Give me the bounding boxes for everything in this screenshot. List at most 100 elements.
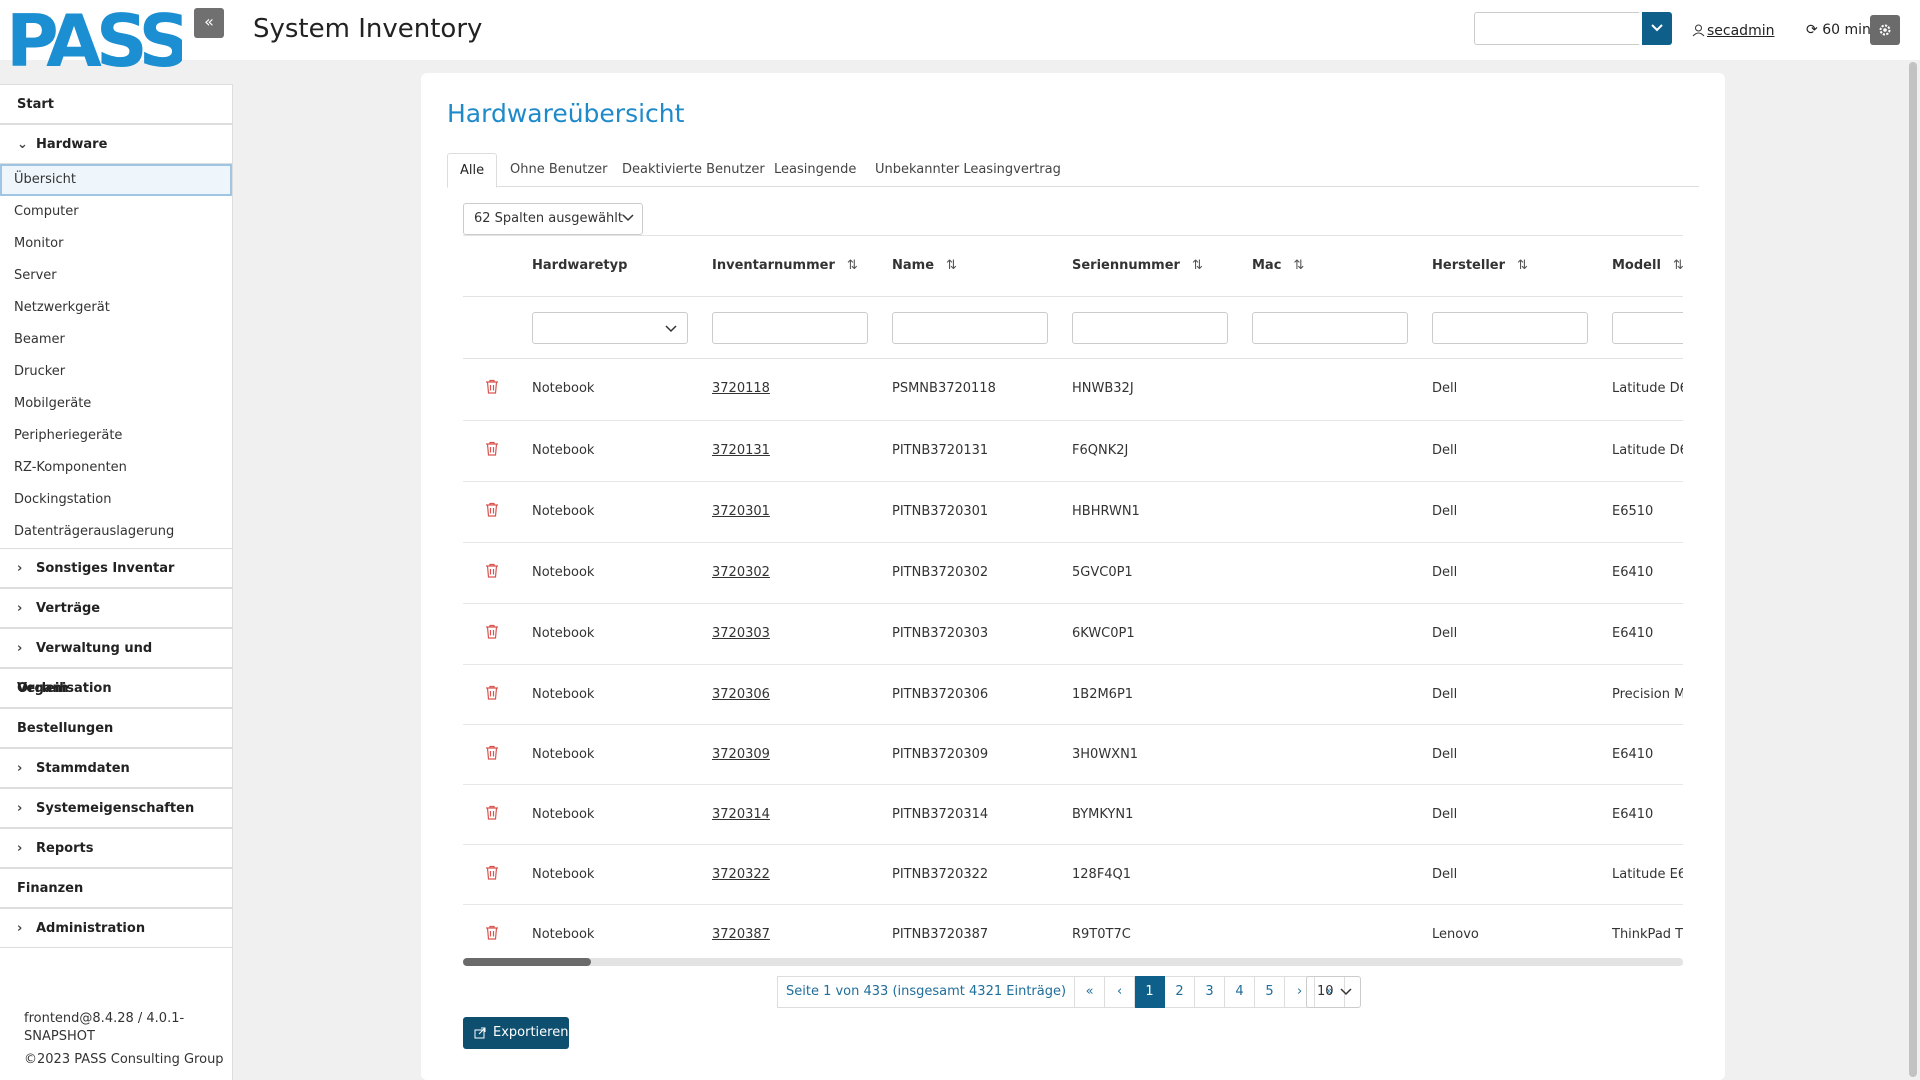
cell-name: PITNB3720322: [892, 867, 989, 882]
cell-inventarnummer-link[interactable]: 3720309: [712, 747, 770, 762]
sort-icon[interactable]: ⇅: [1192, 258, 1203, 273]
delete-icon[interactable]: [485, 865, 499, 880]
column-header-hersteller[interactable]: Hersteller ⇅: [1432, 258, 1528, 273]
page-button-5[interactable]: 5: [1255, 976, 1286, 1008]
cell-inventarnummer-link[interactable]: 3720314: [712, 807, 770, 822]
cell-inventarnummer-link[interactable]: 3720322: [712, 867, 770, 882]
cell-inventarnummer-link[interactable]: 3720301: [712, 504, 770, 519]
sidebar-item-bestellungen[interactable]: Bestellungen: [0, 708, 232, 748]
sidebar-item-hardware[interactable]: ⌄ Hardware: [0, 124, 232, 164]
filter-mac-input[interactable]: [1252, 312, 1408, 344]
column-header-hardwaretyp[interactable]: Hardwaretyp: [532, 258, 627, 273]
header-select-dropdown-button[interactable]: [1642, 12, 1672, 45]
sidebar-item-systemeigenschaften[interactable]: › Systemeigenschaften: [0, 788, 232, 828]
sidebar-subitem-drucker[interactable]: Drucker: [0, 356, 232, 388]
cell-inventarnummer-link[interactable]: 3720131: [712, 443, 770, 458]
sort-icon[interactable]: ⇅: [946, 258, 957, 273]
cell-inventarnummer-link[interactable]: 3720387: [712, 927, 770, 942]
cell-inventarnummer-link[interactable]: 3720306: [712, 687, 770, 702]
sidebar-subitem-computer[interactable]: Computer: [0, 196, 232, 228]
session-timer[interactable]: ⟳ 60 min: [1806, 22, 1871, 38]
page-button-1[interactable]: 1: [1135, 976, 1166, 1008]
column-select[interactable]: 62 Spalten ausgewählt: [463, 203, 643, 235]
tab-alle[interactable]: Alle: [447, 153, 498, 188]
sidebar-subitem-übersicht[interactable]: Übersicht: [0, 164, 232, 196]
collapse-sidebar-button[interactable]: «: [194, 8, 224, 38]
sidebar-subitem-beamer[interactable]: Beamer: [0, 324, 232, 356]
sidebar-item-label: Reports: [36, 841, 94, 856]
first-page-button[interactable]: «: [1075, 976, 1106, 1008]
cell-inventarnummer-link[interactable]: 3720303: [712, 626, 770, 641]
sort-icon[interactable]: ⇅: [847, 258, 858, 273]
pass-logo[interactable]: PASS: [6, 0, 192, 83]
sidebar-item-sonstiges-inventar[interactable]: › Sonstiges Inventar: [0, 548, 232, 588]
sidebar-item-label: Stammdaten: [36, 761, 130, 776]
tab-ohne-benutzer[interactable]: Ohne Benutzer: [510, 153, 608, 187]
column-header-inventarnummer[interactable]: Inventarnummer ⇅: [712, 258, 858, 273]
sort-icon[interactable]: ⇅: [1517, 258, 1528, 273]
sidebar-item-finanzen[interactable]: Finanzen: [0, 868, 232, 908]
sidebar-subitem-monitor[interactable]: Monitor: [0, 228, 232, 260]
cell-modell: E6510: [1612, 504, 1654, 519]
page-button-2[interactable]: 2: [1165, 976, 1196, 1008]
column-header-seriennummer[interactable]: Seriennummer ⇅: [1072, 258, 1203, 273]
sort-icon[interactable]: ⇅: [1293, 258, 1304, 273]
cell-seriennummer: 5GVC0P1: [1072, 565, 1133, 580]
sidebar-subitem-server[interactable]: Server: [0, 260, 232, 292]
page-button-3[interactable]: 3: [1195, 976, 1226, 1008]
delete-icon[interactable]: [485, 379, 499, 394]
tab-unbekannter-leasingvertrag[interactable]: Unbekannter Leasingvertrag: [875, 153, 1061, 187]
sidebar-subitem-mobilgeräte[interactable]: Mobilgeräte: [0, 388, 232, 420]
delete-icon[interactable]: [485, 685, 499, 700]
cell-modell: E6410: [1612, 626, 1654, 641]
cell-modell: E6410: [1612, 807, 1654, 822]
page-scrollbar-thumb[interactable]: [1909, 62, 1917, 1077]
delete-icon[interactable]: [485, 441, 499, 456]
sidebar-item-reports[interactable]: › Reports: [0, 828, 232, 868]
cell-inventarnummer-link[interactable]: 3720118: [712, 381, 770, 396]
filter-seriennummer-input[interactable]: [1072, 312, 1228, 344]
header-select[interactable]: [1474, 12, 1639, 45]
page-scrollbar[interactable]: [1906, 60, 1920, 1080]
delete-icon[interactable]: [485, 624, 499, 639]
cell-seriennummer: 128F4Q1: [1072, 867, 1132, 882]
user-name[interactable]: secadmin: [1707, 23, 1774, 39]
settings-button[interactable]: [1870, 15, 1900, 45]
sidebar-item-verleih[interactable]: Verleih: [0, 668, 232, 708]
sidebar-subitem-rz-komponenten[interactable]: RZ-Komponenten: [0, 452, 232, 484]
page-button-4[interactable]: 4: [1225, 976, 1256, 1008]
filter-inventarnummer-input[interactable]: [712, 312, 868, 344]
cell-inventarnummer-link[interactable]: 3720302: [712, 565, 770, 580]
table-scrollbar-thumb[interactable]: [463, 958, 591, 966]
sidebar-subitem-datenträgerauslagerung[interactable]: Datenträgerauslagerung: [0, 516, 232, 548]
sidebar-item-stammdaten[interactable]: › Stammdaten: [0, 748, 232, 788]
sidebar-subitem-dockingstation[interactable]: Dockingstation: [0, 484, 232, 516]
prev-page-button[interactable]: ‹: [1105, 976, 1136, 1008]
filter-modell-input[interactable]: [1612, 312, 1683, 344]
page-size-select[interactable]: 10: [1306, 976, 1361, 1008]
delete-icon[interactable]: [485, 745, 499, 760]
table-horizontal-scrollbar[interactable]: [463, 958, 1683, 966]
sidebar-subitem-peripheriegeräte[interactable]: Peripheriegeräte: [0, 420, 232, 452]
column-header-modell[interactable]: Modell ⇅: [1612, 258, 1683, 273]
delete-icon[interactable]: [485, 805, 499, 820]
export-button[interactable]: Exportieren: [463, 1017, 569, 1049]
sidebar-item-verträge[interactable]: › Verträge: [0, 588, 232, 628]
column-header-mac[interactable]: Mac ⇅: [1252, 258, 1304, 273]
filter-name-input[interactable]: [892, 312, 1048, 344]
filter-hersteller-input[interactable]: [1432, 312, 1588, 344]
delete-icon[interactable]: [485, 502, 499, 517]
tab-deaktivierte-benutzer[interactable]: Deaktivierte Benutzer: [622, 153, 765, 187]
sidebar-item-start[interactable]: Start: [0, 84, 232, 124]
sidebar-item-administration[interactable]: › Administration: [0, 908, 232, 948]
column-header-name[interactable]: Name ⇅: [892, 258, 957, 273]
user-link[interactable]: secadmin: [1692, 23, 1774, 39]
sort-icon[interactable]: ⇅: [1673, 258, 1683, 273]
tab-leasingende[interactable]: Leasingende: [774, 153, 856, 187]
sidebar-subitem-netzwerkgerät[interactable]: Netzwerkgerät: [0, 292, 232, 324]
delete-icon[interactable]: [485, 925, 499, 940]
filter-hardwaretyp-select[interactable]: [532, 312, 688, 344]
delete-icon[interactable]: [485, 563, 499, 578]
sidebar-item-verwaltung-und-organisation[interactable]: › Verwaltung und Organisation: [0, 628, 232, 696]
sidebar-item-label: Verleih: [17, 681, 69, 696]
